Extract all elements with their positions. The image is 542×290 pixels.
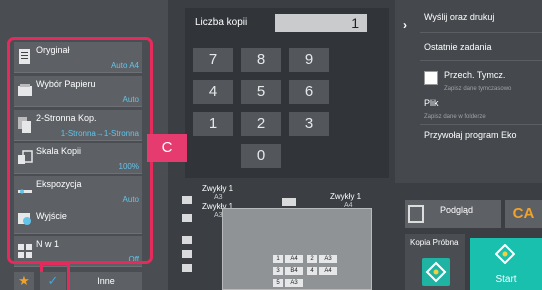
zoom-icon [18, 150, 33, 164]
key-9[interactable]: 9 [289, 48, 329, 72]
key-0[interactable]: 0 [241, 144, 281, 168]
chevron-right-icon[interactable]: › [396, 14, 414, 36]
cassette-1-number[interactable]: 1 [273, 255, 283, 263]
proof-copy-button[interactable] [422, 258, 450, 286]
tray-icon[interactable] [182, 236, 192, 244]
start-label: Start [495, 274, 517, 285]
temp-save-checkbox[interactable] [424, 71, 438, 85]
copies-label: Liczba kopii [195, 17, 248, 28]
tray1-type: Zwykły 1 [202, 184, 234, 193]
file-subtext: Zapisz dane w folderze [424, 114, 486, 120]
key-8[interactable]: 8 [241, 48, 281, 72]
original-label: Oryginał [36, 45, 70, 55]
paper-select-setting[interactable]: Wybór Papieru Auto [14, 76, 142, 107]
output-icon [18, 213, 31, 225]
key-5[interactable]: 5 [241, 80, 281, 104]
copy-ratio-label: Skala Kopii [36, 146, 82, 156]
paper-select-value: Auto [122, 95, 139, 104]
cassette-3-number[interactable]: 3 [273, 267, 283, 275]
cassette-4-size[interactable]: A4 [319, 267, 337, 275]
duplex-label: 2-Stronna Kop. [36, 113, 97, 123]
tray-icon[interactable] [182, 196, 192, 204]
n-up-setting[interactable]: N w 1 Off [14, 236, 142, 267]
cassette-4-number[interactable]: 4 [307, 267, 317, 275]
file-item[interactable]: Plik [424, 98, 439, 108]
recent-jobs-item[interactable]: Ostatnie zadania [424, 42, 492, 52]
exposure-label: Ekspozycja [36, 179, 82, 189]
bypass-tray-icon[interactable] [282, 198, 296, 206]
tray-icon[interactable] [182, 250, 192, 258]
tray3-type: Zwykły 1 [330, 192, 362, 201]
key-3[interactable]: 3 [289, 112, 329, 136]
proof-copy-label: Kopia Próbna [410, 238, 459, 247]
cassette-1-size[interactable]: A4 [285, 255, 303, 263]
copy-ratio-setting[interactable]: Skala Kopii 100% [14, 143, 142, 174]
output-setting[interactable]: Wyjście [14, 203, 142, 234]
n-up-value: Off [128, 255, 139, 264]
cassette-2-size[interactable]: A3 [319, 255, 337, 263]
tray-icon[interactable] [182, 264, 192, 272]
cassette-5-number[interactable]: 5 [273, 279, 283, 287]
paper-tray-icon [18, 84, 32, 96]
tray1-size: A3 [214, 194, 223, 201]
favorite-star-icon[interactable]: ★ [14, 272, 34, 290]
clear-all-button[interactable]: CA [505, 200, 542, 228]
numeric-keypad: Liczba kopii 1 7 8 9 4 5 6 1 2 3 0 [185, 8, 389, 178]
duplex-value: 1-Stronna→1-Stronna [60, 129, 139, 138]
temp-save-item[interactable]: Przech. Tymcz. [444, 70, 505, 80]
tray-icon[interactable] [182, 214, 192, 222]
send-and-print-item[interactable]: Wyślij oraz drukuj [424, 12, 494, 22]
machine-diagram: Zwykły 1 A3 Zwykły 1 A3 Zwykły 1 A4 1 A4… [176, 184, 396, 290]
document-icon [19, 49, 30, 64]
cassette-5-size[interactable]: A3 [285, 279, 303, 287]
menu-divider [420, 124, 542, 125]
diamond-start-icon [495, 244, 515, 264]
preview-label: Podgląd [440, 205, 474, 215]
n-up-label: N w 1 [36, 239, 60, 249]
cassette-2-number[interactable]: 2 [307, 255, 317, 263]
key-6[interactable]: 6 [289, 80, 329, 104]
key-4[interactable]: 4 [193, 80, 233, 104]
key-7[interactable]: 7 [193, 48, 233, 72]
exposure-icon [18, 189, 32, 194]
key-2[interactable]: 2 [241, 112, 281, 136]
clear-button[interactable]: C [147, 134, 187, 162]
duplex-setting[interactable]: 2-Stronna Kop. 1-Stronna→1-Stronna [14, 110, 142, 141]
n-up-icon [18, 244, 32, 258]
paper-select-label: Wybór Papieru [36, 79, 96, 89]
menu-divider [420, 32, 542, 33]
original-setting[interactable]: Oryginał Auto A4 [14, 42, 142, 73]
cassette-3-size[interactable]: B4 [285, 267, 303, 275]
diamond-icon [425, 261, 447, 283]
copier-illustration: 1 A4 2 A3 3 B4 4 A4 5 A3 [222, 208, 372, 290]
menu-divider [420, 60, 542, 61]
copies-count-display[interactable]: 1 [275, 14, 367, 32]
key-1[interactable]: 1 [193, 112, 233, 136]
copy-ratio-value: 100% [118, 162, 139, 171]
temp-save-subtext: Zapisz dane tymczasowo [444, 86, 512, 92]
eco-program-item[interactable]: Przywołaj program Eko [424, 130, 517, 140]
original-value: Auto A4 [110, 61, 139, 70]
output-label: Wyjście [36, 211, 67, 221]
preview-icon [408, 205, 424, 223]
other-button[interactable]: Inne [70, 272, 142, 290]
duplex-icon [18, 117, 31, 133]
checkmark-icon[interactable]: ✓ [40, 272, 66, 290]
